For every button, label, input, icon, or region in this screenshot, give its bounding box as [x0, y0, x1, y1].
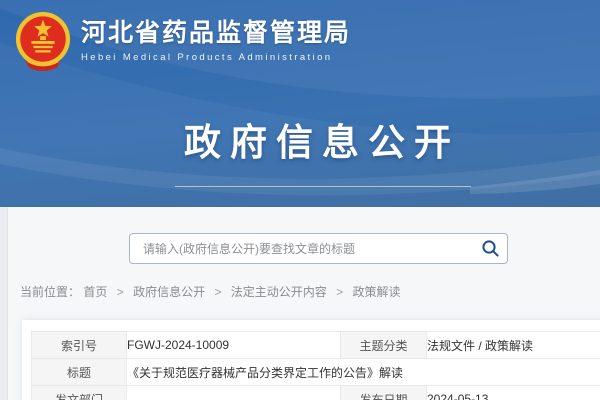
issuing-department-label: 发文部门	[32, 386, 127, 400]
breadcrumb-policy-interpretation[interactable]: 政策解读	[353, 285, 401, 299]
breadcrumb-statutory-disclosure[interactable]: 法定主动公开内容	[231, 285, 327, 299]
breadcrumb-separator: >	[214, 285, 221, 299]
breadcrumb-separator: >	[117, 285, 124, 299]
article-search-box	[129, 233, 508, 264]
document-title-label: 标题	[32, 359, 127, 386]
publish-date-value: 2024-05-13	[427, 386, 600, 400]
table-row: 标题 《关于规范医疗器械产品分类界定工作的公告》解读	[32, 359, 600, 386]
breadcrumb-home[interactable]: 首页	[83, 285, 107, 299]
site-title-en: Hebei Medical Products Administration	[81, 52, 351, 63]
search-input[interactable]	[130, 234, 473, 263]
site-title-cn: 河北省药品监督管理局	[81, 19, 351, 48]
table-row: 索引号 FGWJ-2024-10009 主题分类 法规文件 / 政策解读	[32, 332, 600, 359]
search-icon	[481, 239, 500, 258]
breadcrumb-separator: >	[336, 285, 343, 299]
publish-date-label: 发布日期	[341, 386, 427, 400]
table-row: 发文部门 发布日期 2024-05-13	[32, 386, 600, 400]
search-button[interactable]	[473, 234, 507, 263]
site-brand[interactable]: 河北省药品监督管理局 Hebei Medical Products Admini…	[14, 10, 351, 72]
index-number-label: 索引号	[32, 332, 127, 359]
page-left-margin	[0, 207, 8, 400]
topic-category-label: 主题分类	[341, 332, 427, 359]
site-title-block: 河北省药品监督管理局 Hebei Medical Products Admini…	[81, 19, 351, 63]
page-title: 政府信息公开	[0, 112, 600, 166]
breadcrumb-prefix: 当前位置：	[20, 285, 80, 299]
document-meta-card: 索引号 FGWJ-2024-10009 主题分类 法规文件 / 政策解读 标题 …	[22, 320, 600, 400]
topic-category-value: 法规文件 / 政策解读	[427, 332, 600, 359]
breadcrumb-gov-info[interactable]: 政府信息公开	[133, 285, 205, 299]
site-header-banner: 河北省药品监督管理局 Hebei Medical Products Admini…	[0, 0, 600, 207]
title-underline	[175, 186, 471, 187]
breadcrumb: 当前位置： 首页 > 政府信息公开 > 法定主动公开内容 > 政策解读	[20, 283, 401, 300]
document-meta-table: 索引号 FGWJ-2024-10009 主题分类 法规文件 / 政策解读 标题 …	[31, 331, 600, 400]
document-title-value: 《关于规范医疗器械产品分类界定工作的公告》解读	[127, 359, 600, 386]
index-number-value: FGWJ-2024-10009	[127, 332, 341, 359]
national-emblem-icon	[14, 10, 72, 72]
browser-viewport: 河北省药品监督管理局 Hebei Medical Products Admini…	[0, 0, 600, 400]
issuing-department-value	[127, 386, 341, 400]
